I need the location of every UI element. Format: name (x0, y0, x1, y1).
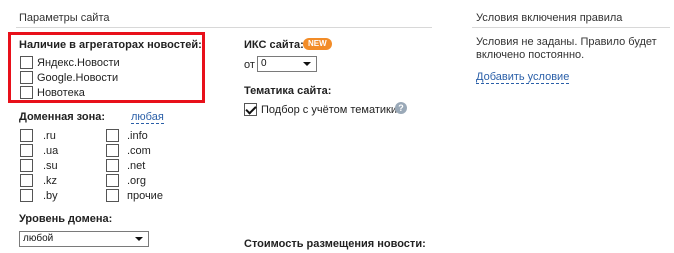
label-zone-ua: .ua (43, 145, 59, 157)
add-condition-link[interactable]: Добавить условие (476, 71, 570, 84)
rule-conditions-text-line1: Условия не заданы. Правило будет (476, 36, 657, 48)
label-zone-by: .by (43, 190, 58, 202)
aggregators-heading: Наличие в агрегаторах новостей: (19, 39, 202, 51)
iks-from-select[interactable]: 0 (257, 56, 317, 72)
label-zone-org: .org (127, 175, 146, 187)
site-params-divider (16, 27, 432, 28)
new-badge: NEW (303, 38, 332, 50)
checkbox-zone-net[interactable] (106, 159, 119, 172)
checkbox-zone-ua[interactable] (20, 144, 33, 157)
cost-heading: Стоимость размещения новости: (244, 238, 426, 250)
label-google-news: Google.Новости (37, 72, 119, 84)
checkbox-zone-info[interactable] (106, 129, 119, 142)
label-zone-other: прочие (127, 190, 163, 202)
label-zone-info: .info (127, 130, 148, 142)
checkbox-zone-su[interactable] (20, 159, 33, 172)
label-novoteka: Новотека (37, 87, 85, 99)
domain-level-selected-value: любой (23, 233, 54, 244)
iks-from-value: 0 (261, 58, 267, 69)
rule-conditions-text: Условия не заданы. Правило будет включен… (476, 36, 657, 62)
label-topic-match: Подбор с учётом тематики (261, 104, 397, 116)
checkbox-yandex-news[interactable] (20, 56, 33, 69)
chevron-down-icon (135, 237, 143, 241)
label-yandex-news: Яндекс.Новости (37, 57, 120, 69)
help-icon[interactable]: ? (395, 102, 407, 114)
checkbox-novoteka[interactable] (20, 86, 33, 99)
domain-zone-heading: Доменная зона: (19, 111, 106, 123)
rule-conditions-title: Условия включения правила (476, 12, 623, 24)
label-zone-net: .net (127, 160, 146, 172)
checkbox-zone-other[interactable] (106, 189, 119, 202)
rule-conditions-divider (472, 27, 670, 28)
iks-from-label: от (244, 59, 255, 71)
checkbox-topic-match[interactable] (244, 103, 257, 116)
topic-heading: Тематика сайта: (244, 85, 332, 97)
checkbox-zone-kz[interactable] (20, 174, 33, 187)
checkbox-google-news[interactable] (20, 71, 33, 84)
iks-heading: ИКС сайта: (244, 39, 304, 51)
chevron-down-icon (303, 62, 311, 66)
label-zone-ru: .ru (43, 130, 56, 142)
rule-conditions-text-line2: включено постоянно. (476, 49, 585, 61)
label-zone-kz: .kz (43, 175, 58, 187)
label-zone-su: .su (43, 160, 58, 172)
domain-zone-any-link[interactable]: любая (131, 111, 164, 124)
domain-level-heading: Уровень домена: (19, 213, 113, 225)
domain-level-select[interactable]: любой (19, 231, 149, 247)
checkbox-zone-by[interactable] (20, 189, 33, 202)
checkbox-zone-com[interactable] (106, 144, 119, 157)
site-params-title: Параметры сайта (19, 12, 110, 24)
label-zone-com: .com (127, 145, 151, 157)
checkbox-zone-ru[interactable] (20, 129, 33, 142)
checkbox-zone-org[interactable] (106, 174, 119, 187)
